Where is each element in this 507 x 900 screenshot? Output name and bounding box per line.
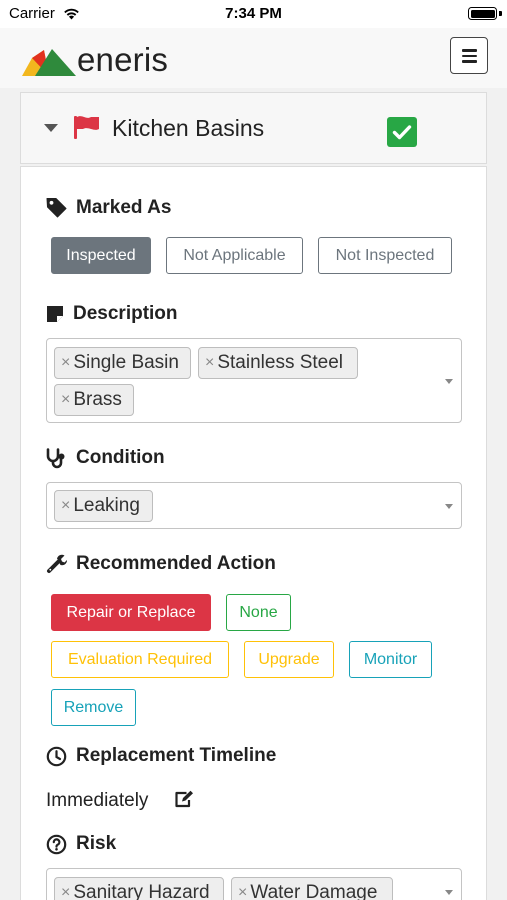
menu-button[interactable] — [450, 37, 488, 74]
risk-select[interactable]: × Sanitary Hazard × Water Damage — [46, 868, 462, 900]
description-tag: × Stainless Steel — [198, 347, 358, 379]
sticky-note-icon — [47, 306, 63, 322]
marked-not-inspected-button[interactable]: Not Inspected — [318, 237, 452, 274]
action-repair-or-replace-button[interactable]: Repair or Replace — [51, 594, 211, 631]
tag-icon — [46, 198, 67, 218]
app-header: eneris — [0, 28, 507, 88]
remove-tag-icon[interactable]: × — [205, 354, 214, 372]
marked-not-applicable-button[interactable]: Not Applicable — [166, 237, 303, 274]
checkmark-icon — [392, 125, 412, 140]
battery-nub — [499, 11, 502, 16]
section-header[interactable]: Kitchen Basins — [20, 92, 487, 164]
logo-mark-icon — [22, 49, 76, 76]
description-select[interactable]: × Single Basin × Stainless Steel × Brass — [46, 338, 462, 423]
marked-inspected-button[interactable]: Inspected — [51, 237, 151, 274]
action-monitor-button[interactable]: Monitor — [349, 641, 432, 678]
action-none-button[interactable]: None — [226, 594, 291, 631]
section-title: Kitchen Basins — [112, 115, 265, 141]
status-time: 7:34 PM — [225, 5, 282, 22]
collapse-caret-icon[interactable] — [44, 124, 58, 132]
dropdown-caret-icon[interactable] — [445, 504, 453, 509]
condition-title: Condition — [76, 447, 165, 468]
condition-tag: × Leaking — [54, 490, 153, 522]
action-evaluation-required-button[interactable]: Evaluation Required — [51, 641, 229, 678]
status-bar: Carrier 7:34 PM — [0, 0, 507, 28]
replacement-timeline-value: Immediately — [46, 790, 149, 811]
dropdown-caret-icon[interactable] — [445, 890, 453, 895]
recommended-action-title: Recommended Action — [76, 553, 276, 574]
logo-text: eneris — [77, 41, 169, 78]
dropdown-caret-icon[interactable] — [445, 379, 453, 384]
remove-tag-icon[interactable]: × — [238, 884, 247, 900]
replacement-timeline-title: Replacement Timeline — [76, 745, 277, 766]
action-upgrade-button[interactable]: Upgrade — [244, 641, 334, 678]
action-remove-button[interactable]: Remove — [51, 689, 136, 726]
risk-tag: × Water Damage — [231, 877, 393, 900]
condition-select[interactable]: × Leaking — [46, 482, 462, 529]
battery-icon — [468, 7, 497, 20]
description-tag: × Single Basin — [54, 347, 191, 379]
complete-checkbox[interactable] — [387, 117, 417, 147]
stethoscope-icon — [46, 448, 65, 469]
edit-icon[interactable] — [174, 790, 194, 808]
risk-tag: × Sanitary Hazard — [54, 877, 224, 900]
flag-icon[interactable] — [74, 115, 100, 139]
risk-title: Risk — [76, 833, 117, 854]
marked-as-title: Marked As — [76, 197, 172, 218]
hamburger-icon — [462, 49, 477, 52]
wrench-icon — [47, 554, 67, 573]
clock-icon — [46, 746, 67, 767]
remove-tag-icon[interactable]: × — [61, 497, 70, 515]
description-title: Description — [73, 303, 178, 324]
remove-tag-icon[interactable]: × — [61, 884, 70, 900]
logo[interactable]: eneris — [22, 41, 182, 79]
remove-tag-icon[interactable]: × — [61, 391, 70, 409]
remove-tag-icon[interactable]: × — [61, 354, 70, 372]
question-circle-icon — [46, 834, 67, 855]
description-tag: × Brass — [54, 384, 134, 416]
